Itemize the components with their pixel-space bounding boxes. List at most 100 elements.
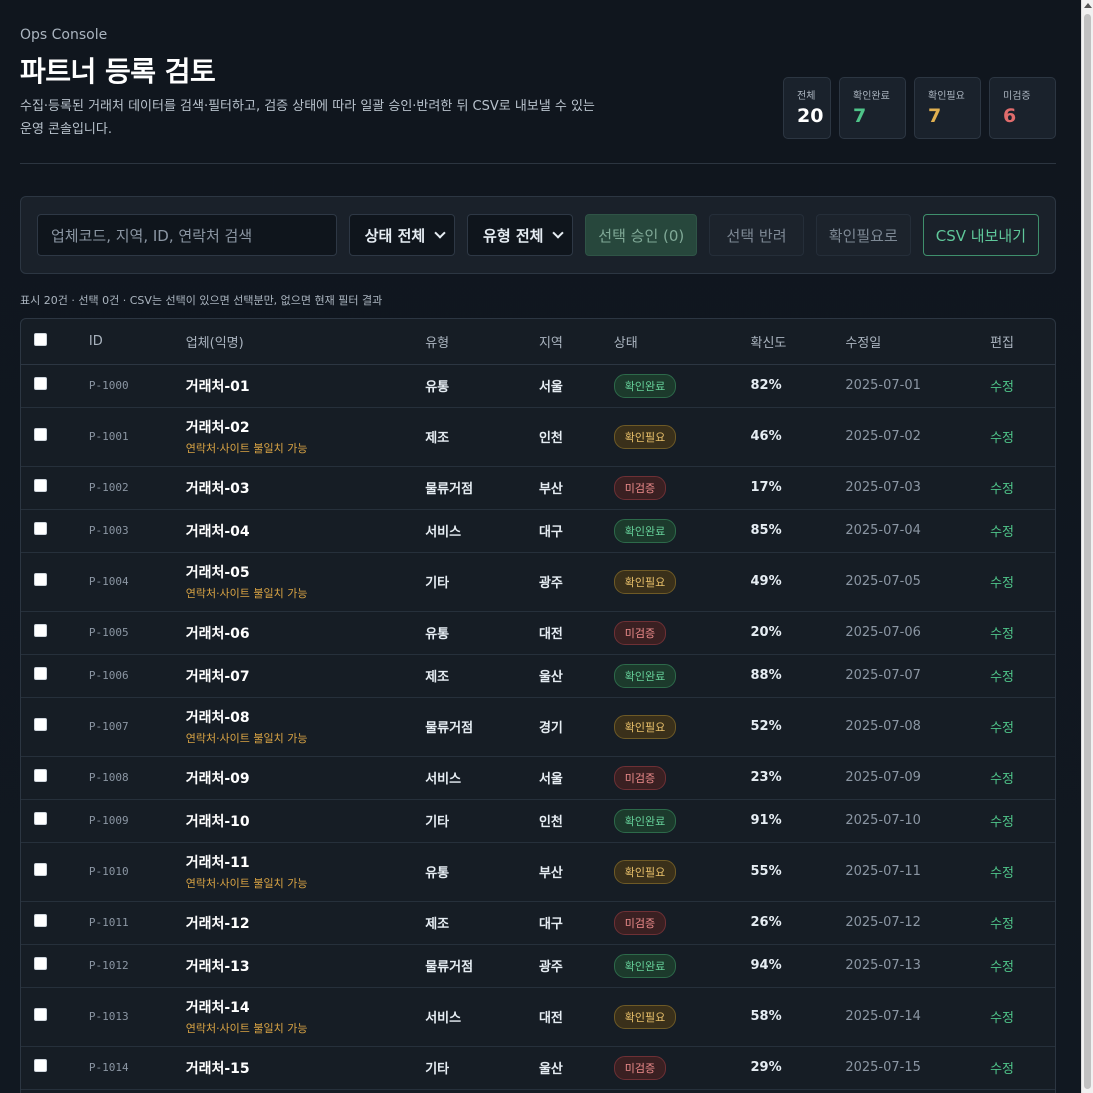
row-checkbox[interactable] — [34, 718, 47, 731]
table-row[interactable]: P-1007 거래처-08 연락처·사이트 불일치 가능 물류거점 경기 확인필요 52% 2… — [21, 697, 1055, 757]
table-row[interactable]: P-1009 거래처-10 기타 인천 확인완료 91% 2025-07-10 수정 — [21, 799, 1055, 843]
row-status-cell: 미검증 — [613, 756, 751, 800]
table-row[interactable]: P-1008 거래처-09 서비스 서울 미검증 23% 2025-07-09 수정 — [21, 756, 1055, 800]
row-confidence: 85% — [750, 509, 846, 553]
row-status-cell: 확인완료 — [613, 509, 751, 553]
row-id: P-1009 — [88, 814, 129, 827]
edit-link[interactable]: 수정 — [990, 576, 1014, 591]
row-checkbox[interactable] — [34, 1059, 47, 1072]
edit-link[interactable]: 수정 — [990, 670, 1014, 685]
table-row[interactable]: P-1006 거래처-07 제조 울산 확인완료 88% 2025-07-07 수정 — [21, 654, 1055, 698]
row-checkbox[interactable] — [34, 812, 47, 825]
row-id: P-1000 — [88, 379, 129, 392]
row-checkbox[interactable] — [34, 863, 47, 876]
header-name[interactable]: 업체(익명) — [185, 319, 426, 365]
row-id: P-1008 — [88, 771, 129, 784]
edit-link[interactable]: 수정 — [990, 960, 1014, 975]
search-input[interactable]: 업체코드, 지역, ID, 연락처 검색 — [37, 214, 337, 256]
header-region[interactable]: 지역 — [538, 319, 614, 365]
edit-link[interactable]: 수정 — [990, 917, 1014, 932]
status-filter-select[interactable]: 상태 전체 — [348, 214, 456, 256]
row-checkbox[interactable] — [34, 522, 47, 535]
row-region: 서울 — [538, 756, 614, 800]
header-divider — [20, 163, 1056, 164]
row-type: 제조 — [425, 407, 539, 467]
row-modified: 2025-07-09 — [845, 756, 991, 800]
row-name: 거래처-07 — [185, 668, 250, 685]
row-checkbox[interactable] — [34, 479, 47, 492]
reject-selected-button[interactable]: 선택 반려 — [709, 214, 804, 256]
edit-link[interactable]: 수정 — [990, 1062, 1014, 1077]
stat-value: 7 — [928, 105, 942, 127]
table-row[interactable]: P-1001 거래처-02 연락처·사이트 불일치 가능 제조 인천 확인필요 46% 202… — [21, 407, 1055, 467]
edit-link[interactable]: 수정 — [990, 380, 1014, 395]
row-confidence: 26% — [750, 901, 846, 945]
result-summary: 표시 20건 · 선택 0건 · CSV는 선택이 있으면 선택분만, 없으면 … — [20, 294, 383, 307]
table-row[interactable]: P-1010 거래처-11 연락처·사이트 불일치 가능 유통 부산 확인필요 55% 202… — [21, 842, 1055, 902]
row-id: P-1014 — [88, 1061, 129, 1074]
row-name-cell: 거래처-01 — [185, 364, 426, 408]
edit-link[interactable]: 수정 — [990, 482, 1014, 497]
row-name: 거래처-14 — [185, 1000, 250, 1016]
row-type: 유통 — [425, 842, 539, 902]
row-warning: 연락처·사이트 불일치 가능 — [185, 877, 308, 890]
row-checkbox[interactable] — [34, 769, 47, 782]
row-edit-cell: 수정 — [990, 842, 1055, 902]
header-id[interactable]: ID — [88, 319, 186, 365]
header-status[interactable]: 상태 — [613, 319, 751, 365]
edit-link[interactable]: 수정 — [990, 1011, 1014, 1026]
row-checkbox[interactable] — [34, 573, 47, 586]
table-row[interactable]: P-1004 거래처-05 연락처·사이트 불일치 가능 기타 광주 확인필요 49% 202… — [21, 552, 1055, 612]
row-modified: 2025-07-08 — [845, 697, 991, 757]
app-name: Ops Console — [20, 27, 108, 43]
row-edit-cell: 수정 — [990, 987, 1055, 1047]
row-name: 거래처-04 — [185, 523, 250, 540]
table-row[interactable]: P-1012 거래처-13 물류거점 광주 확인완료 94% 2025-07-13 수정 — [21, 944, 1055, 988]
row-checkbox[interactable] — [34, 1008, 47, 1021]
row-id-cell: P-1010 — [88, 842, 186, 902]
table-row[interactable]: P-1000 거래처-01 유통 서울 확인완료 82% 2025-07-01 수정 — [21, 364, 1055, 408]
edit-link[interactable]: 수정 — [990, 721, 1014, 736]
edit-link[interactable]: 수정 — [990, 627, 1014, 642]
header-modified[interactable]: 수정일 — [845, 319, 991, 365]
type-filter-select[interactable]: 유형 전체 — [467, 214, 574, 256]
edit-link[interactable]: 수정 — [990, 772, 1014, 787]
stats-panel: 전체 20 확인완료 7 확인필요 7 미검증 6 — [783, 77, 1056, 139]
edit-link[interactable]: 수정 — [990, 525, 1014, 540]
edit-link[interactable]: 수정 — [990, 815, 1014, 830]
row-checkbox[interactable] — [34, 428, 47, 441]
row-checkbox[interactable] — [34, 377, 47, 390]
row-name: 거래처-15 — [185, 1060, 250, 1077]
table-row[interactable]: P-1002 거래처-03 물류거점 부산 미검증 17% 2025-07-03 수정 — [21, 466, 1055, 510]
row-id-cell: P-1011 — [88, 901, 186, 945]
row-name-cell: 거래처-03 — [185, 466, 426, 510]
page-scrollbar[interactable] — [1081, 0, 1093, 1093]
mark-need-check-button[interactable]: 확인필요로 — [815, 214, 911, 256]
select-all-checkbox[interactable] — [34, 332, 47, 346]
row-type: 서비스 — [425, 987, 539, 1047]
row-checkbox[interactable] — [34, 914, 47, 927]
scroll-up-icon[interactable] — [1084, 3, 1092, 8]
row-confidence: 29% — [750, 1046, 846, 1090]
scrollbar-thumb[interactable] — [1084, 14, 1091, 1089]
row-id: P-1002 — [88, 481, 129, 494]
row-checkbox[interactable] — [34, 667, 47, 680]
edit-link[interactable]: 수정 — [990, 431, 1014, 446]
approve-selected-button[interactable]: 선택 승인 (0) — [585, 214, 698, 256]
row-id-cell: P-1005 — [88, 611, 186, 655]
csv-export-button[interactable]: CSV 내보내기 — [922, 214, 1040, 256]
row-checkbox[interactable] — [34, 624, 47, 637]
table-row[interactable]: P-1003 거래처-04 서비스 대구 확인완료 85% 2025-07-04 수정 — [21, 509, 1055, 553]
row-name: 거래처-05 — [185, 565, 250, 581]
stat-value: 6 — [1003, 105, 1017, 127]
edit-link[interactable]: 수정 — [990, 866, 1014, 881]
table-row[interactable]: P-1011 거래처-12 제조 대구 미검증 26% 2025-07-12 수정 — [21, 901, 1055, 945]
header-confidence[interactable]: 확신도 — [750, 319, 846, 365]
table-row[interactable]: P-1005 거래처-06 유통 대전 미검증 20% 2025-07-06 수정 — [21, 611, 1055, 655]
header-type[interactable]: 유형 — [425, 319, 539, 365]
table-row[interactable]: P-1014 거래처-15 기타 울산 미검증 29% 2025-07-15 수정 — [21, 1046, 1055, 1090]
row-select-cell — [21, 654, 89, 698]
table-row[interactable]: P-1013 거래처-14 연락처·사이트 불일치 가능 서비스 대전 확인필요 58% 20… — [21, 987, 1055, 1047]
row-checkbox[interactable] — [34, 957, 47, 970]
stat-label: 확인필요 — [928, 91, 965, 102]
